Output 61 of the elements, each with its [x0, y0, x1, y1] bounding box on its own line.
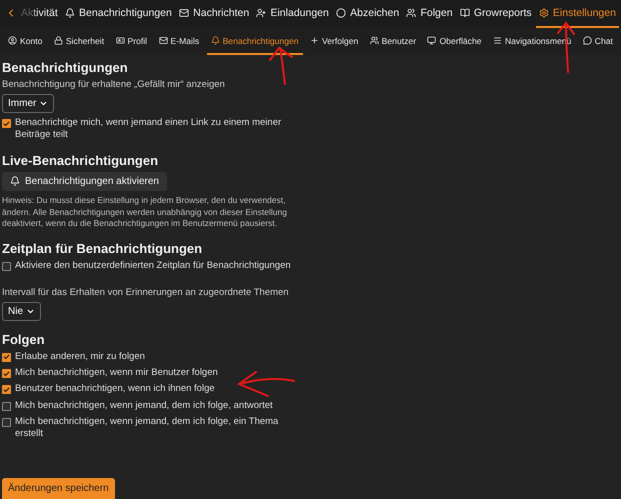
checkbox-label: Mich benachrichtigen, wenn jemand, dem ich folge, ein Thema erstellt — [15, 416, 280, 441]
circle-icon — [336, 8, 346, 18]
section-heading: Live-Benachrichtigungen — [2, 152, 160, 168]
settings-tab[interactable]: Benachrichtigungen — [206, 28, 303, 55]
checkbox[interactable] — [2, 418, 11, 428]
top-nav-tab[interactable]: Growreports — [456, 0, 535, 28]
checkbox[interactable] — [2, 369, 11, 378]
users-icon — [370, 36, 379, 45]
setting-label: Benachrichtigung für erhaltene „Gefällt mir“ anzeigen — [2, 79, 226, 90]
annotation-arrow-drawing — [269, 46, 293, 85]
checkbox-label: Aktiviere den benutzerdefinierten Zeitplan für Benachrichtigungen — [15, 260, 291, 273]
caret-icon — [39, 99, 48, 108]
checkbox[interactable] — [2, 402, 11, 411]
settings-tab[interactable]: Oberfläche — [423, 28, 486, 55]
user-circle-icon — [8, 36, 17, 45]
settings-icon — [538, 8, 549, 18]
top-nav-tab[interactable]: Benachrichtigungen — [62, 0, 175, 28]
checkbox[interactable] — [2, 262, 11, 272]
hint-text: Hinweis: Du musst diese Einstellung in jedem Browser, den du verwendest, ändern. Alle Benachrichtigungen werden unabhängig von dieser Einstellung deaktiviert, wenn du die Benachrichtigungen im Benutzermenü pausierst. — [2, 194, 288, 230]
section-heading: Folgen — [2, 332, 46, 347]
plus-icon — [310, 36, 319, 45]
settings-tab[interactable]: Benutzer — [366, 28, 420, 55]
users-icon — [406, 8, 416, 18]
settings-tab[interactable]: Konto — [4, 28, 46, 55]
checkbox[interactable] — [2, 119, 11, 128]
checkbox-label: Benutzer benachrichtigen, wenn ich ihnen folge — [15, 383, 215, 396]
checkbox[interactable] — [2, 385, 11, 394]
checkbox-label: Mich benachrichtigen, wenn jemand, dem ich folge, antwortet — [15, 400, 273, 412]
monitor-icon — [427, 36, 436, 45]
top-nav-tab[interactable]: Aktivität — [2, 0, 61, 28]
top-nav-tab[interactable]: Einladungen — [253, 0, 332, 28]
setting-label: Intervall für das Erhalten von Erinnerungen an zugeordnete Themen — [2, 286, 290, 298]
menu-icon — [492, 36, 502, 45]
settings-tab[interactable]: E-Mails — [154, 28, 204, 55]
top-nav-tab[interactable]: Abzeichen — [333, 0, 402, 28]
settings-tab[interactable]: Sicherheit — [50, 28, 108, 55]
top-nav-tab[interactable]: Nachrichten — [176, 0, 252, 28]
enable-notifications-button[interactable]: Benachrichtigungen aktivieren — [2, 172, 167, 191]
dropdown-select[interactable]: Nie — [2, 302, 42, 321]
checkbox-label: Benachrichtige mich, wenn jemand einen Link zu einem meiner Beiträge teilt — [15, 117, 282, 142]
settings-tab[interactable]: Verfolgen — [306, 28, 362, 55]
section-heading: Zeitplan für Benachrichtigungen — [2, 241, 204, 256]
settings-tab[interactable]: Chat — [578, 28, 617, 55]
top-nav-tab[interactable]: Folgen — [403, 0, 456, 28]
checkbox[interactable] — [2, 352, 11, 362]
lock-icon — [54, 36, 63, 45]
checkbox-label: Mich benachrichtigen, wenn mir Benutzer folgen — [15, 367, 218, 380]
settings-tab[interactable]: Profil — [112, 28, 152, 55]
user-plus-icon — [256, 8, 266, 18]
save-button[interactable]: Änderungen speichern — [2, 478, 115, 499]
section-heading: Benachrichtigungen — [2, 60, 129, 75]
envelope-icon — [179, 8, 190, 18]
bell-icon — [65, 8, 76, 18]
checkbox-label: Erlaube anderen, mir zu folgen — [15, 350, 145, 364]
envelope-icon — [158, 36, 168, 45]
dropdown-select[interactable]: Immer — [2, 94, 54, 113]
id-card-icon — [116, 36, 124, 45]
bell-icon — [210, 36, 220, 45]
chat-bubble-icon — [582, 36, 592, 45]
bell-icon — [10, 176, 20, 186]
book-icon — [460, 8, 470, 18]
